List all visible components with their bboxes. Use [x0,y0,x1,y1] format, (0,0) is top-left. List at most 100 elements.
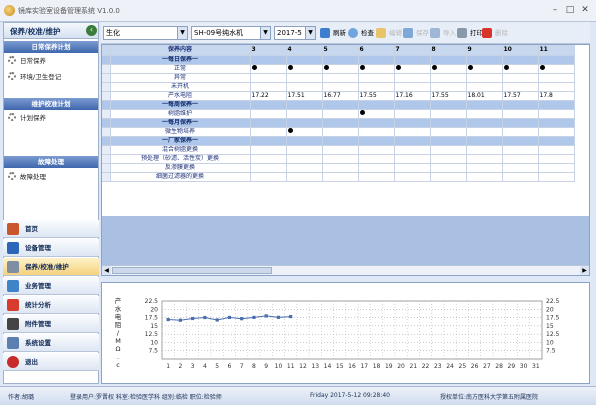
grid-cell[interactable] [502,145,539,155]
grid-cell[interactable] [394,73,431,83]
grid-cell[interactable] [430,73,467,83]
nav-home[interactable]: 首页 [3,220,99,238]
edit-button[interactable]: 编辑 [376,26,402,40]
grid-cell[interactable] [394,172,431,182]
grid-cell[interactable] [322,109,359,119]
tree-item-environment-log[interactable]: 环境/卫生登记 [8,71,61,83]
grid-cell[interactable] [358,82,395,92]
collapse-pane-button[interactable]: ‹ [86,25,97,36]
grid-cell[interactable] [358,73,395,83]
grid-cell[interactable] [502,109,539,119]
grid-cell[interactable] [502,118,539,128]
grid-cell[interactable] [250,55,287,65]
grid-cell[interactable] [430,118,467,128]
grid-cell[interactable] [430,100,467,110]
table-row[interactable]: 一每周保养一 [102,100,575,110]
grid-cell[interactable] [538,172,575,182]
grid-cell[interactable] [286,100,323,110]
grid-cell[interactable] [358,100,395,110]
grid-cell[interactable] [250,163,287,173]
grid-cell[interactable] [286,82,323,92]
grid-cell[interactable] [430,127,467,137]
table-row[interactable]: 一每月保养一 [102,118,575,128]
grid-cell[interactable] [538,64,575,74]
grid-cell[interactable] [322,82,359,92]
maximize-button[interactable]: □ [563,4,577,17]
grid-cell[interactable] [502,100,539,110]
grid-cell[interactable] [466,145,503,155]
grid-cell[interactable] [250,64,287,74]
grid-cell[interactable]: 17.8 [538,91,575,101]
grid-cell[interactable] [250,118,287,128]
grid-cell[interactable] [538,136,575,146]
grid-cell[interactable] [466,172,503,182]
grid-cell[interactable] [394,118,431,128]
grid-cell[interactable] [538,118,575,128]
table-row[interactable]: 正常 [102,64,575,74]
grid-cell[interactable] [358,55,395,65]
grid-cell[interactable] [322,73,359,83]
table-row[interactable]: 异常 [102,73,575,83]
table-row[interactable]: 混合树脂更换 [102,145,575,155]
grid-cell[interactable] [250,136,287,146]
grid-cell[interactable] [466,127,503,137]
grid-cell[interactable] [394,136,431,146]
grid-cell[interactable] [250,109,287,119]
grid-cell[interactable] [394,100,431,110]
grid-cell[interactable]: 17.22 [250,91,287,101]
grid-cell[interactable] [250,172,287,182]
grid-cell[interactable] [538,163,575,173]
grid-cell[interactable] [502,163,539,173]
grid-cell[interactable] [430,136,467,146]
grid-cell[interactable] [286,64,323,74]
grid-cell[interactable] [394,64,431,74]
nav-exit[interactable]: 退出 [3,353,99,371]
grid-cell[interactable] [502,172,539,182]
group-daily-plan[interactable]: 日常保养计划 [4,41,98,53]
grid-cell[interactable] [430,82,467,92]
grid-cell[interactable] [394,163,431,173]
grid-cell[interactable] [466,82,503,92]
refresh-button[interactable]: 刷新 [320,26,346,40]
grid-cell[interactable] [358,145,395,155]
grid-cell[interactable] [286,154,323,164]
grid-cell[interactable] [322,118,359,128]
table-row[interactable]: 未开机 [102,82,575,92]
grid-cell[interactable] [250,127,287,137]
grid-cell[interactable] [322,163,359,173]
table-row[interactable]: 细菌过滤器的更换 [102,172,575,182]
grid-cell[interactable] [286,172,323,182]
grid-cell[interactable] [538,154,575,164]
grid-cell[interactable] [466,109,503,119]
grid-cell[interactable] [394,109,431,119]
grid-cell[interactable] [466,154,503,164]
tree-item-daily-maintenance[interactable]: 日常保养 [8,55,46,67]
table-row[interactable]: 树脂维护 [102,109,575,119]
grid-cell[interactable] [502,154,539,164]
grid-cell[interactable] [358,64,395,74]
grid-cell[interactable] [322,172,359,182]
grid-cell[interactable] [502,82,539,92]
grid-cell[interactable] [250,154,287,164]
grid-cell[interactable] [358,163,395,173]
table-row[interactable]: 微生物培养 [102,127,575,137]
grid-cell[interactable] [502,55,539,65]
grid-cell[interactable] [286,55,323,65]
grid-cell[interactable] [538,109,575,119]
grid-cell[interactable] [538,100,575,110]
save-button[interactable]: 保存 [403,26,429,40]
grid-cell[interactable] [502,136,539,146]
grid-cell[interactable] [358,154,395,164]
nav-attachments[interactable]: 附件管理 [3,315,99,333]
nav-maintenance[interactable]: 保养/校准/维护 [3,258,99,276]
group-fault-handling[interactable]: 故障处理 [4,156,98,168]
nav-statistics[interactable]: 统计分析 [3,296,99,314]
grid-cell[interactable] [502,73,539,83]
import-button[interactable]: 导入 [430,26,456,40]
check-button[interactable]: 检查 [348,26,374,40]
grid-cell[interactable] [322,154,359,164]
grid-cell[interactable]: 17.55 [430,91,467,101]
scroll-left-arrow[interactable]: ◀ [102,266,111,275]
grid-cell[interactable] [322,100,359,110]
scrollbar-thumb[interactable] [112,267,272,274]
